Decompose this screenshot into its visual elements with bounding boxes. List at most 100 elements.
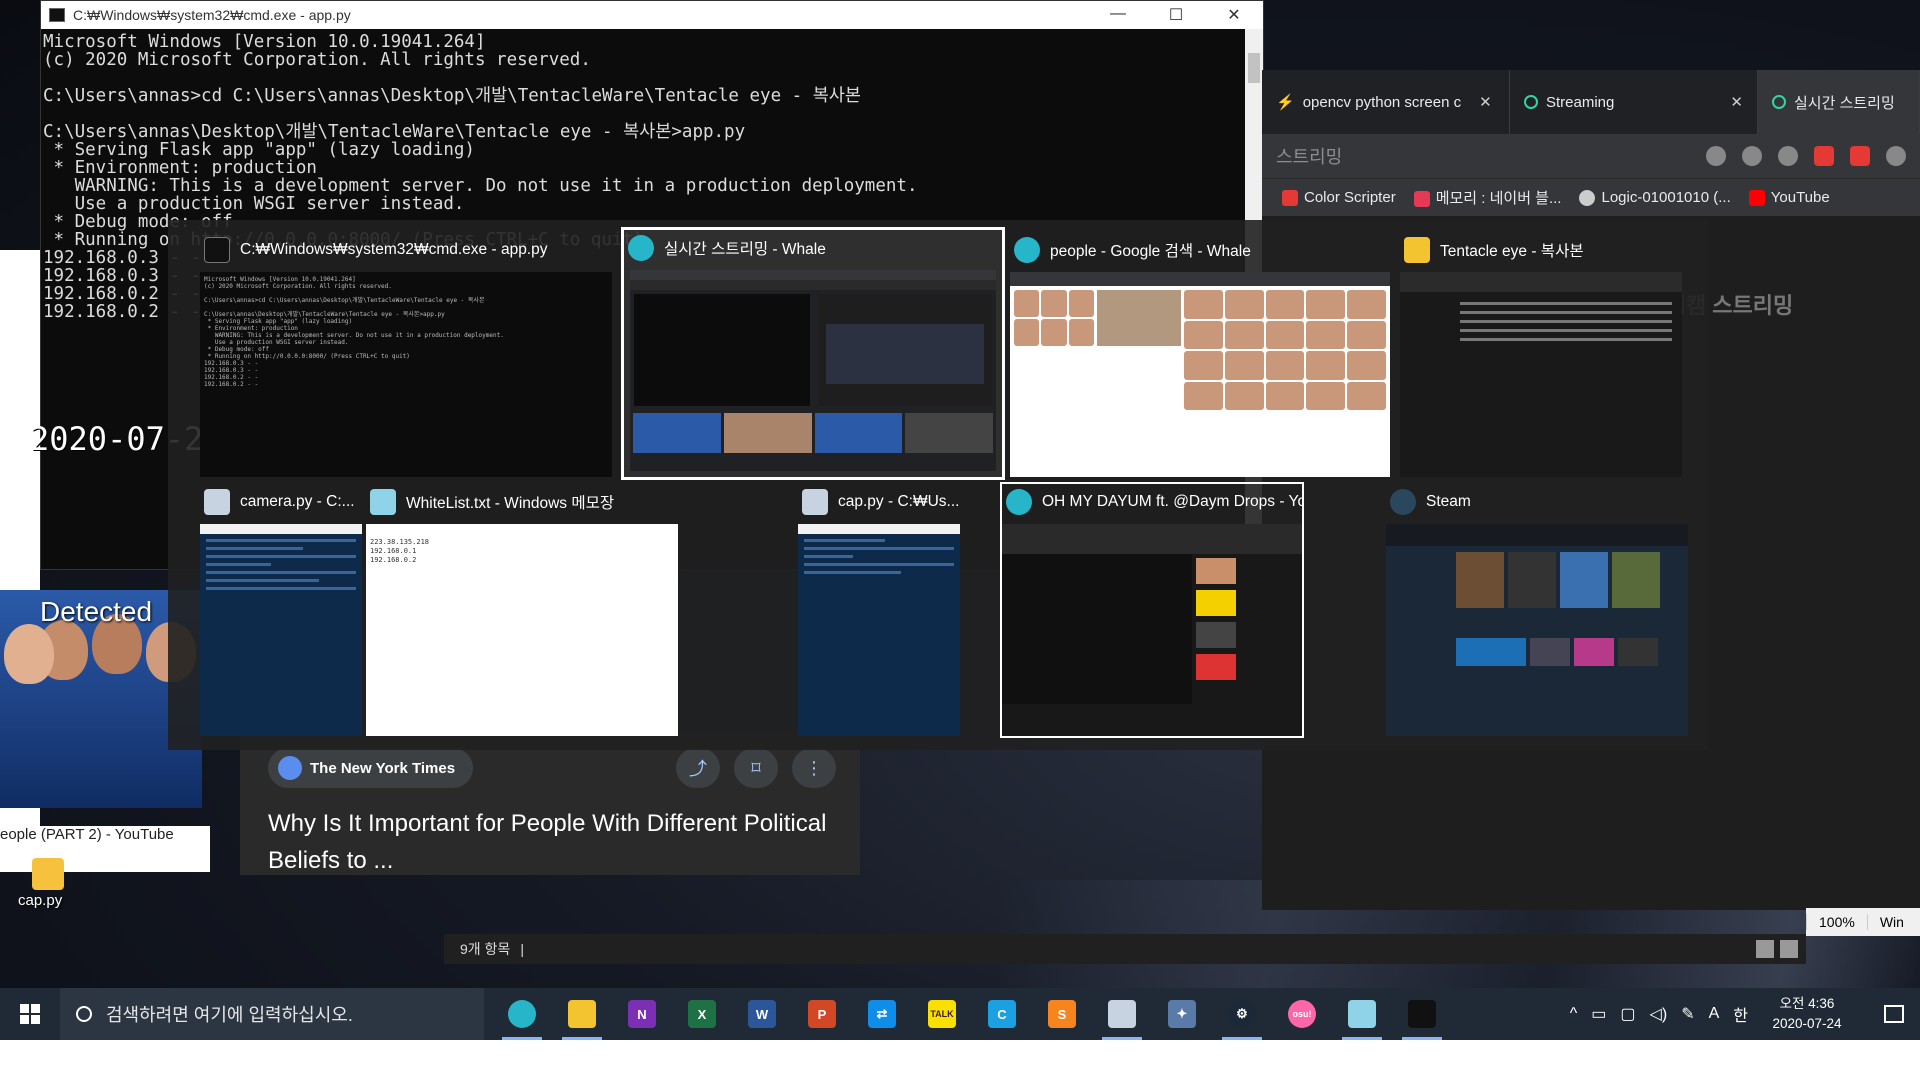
whale-icon xyxy=(1014,237,1040,263)
taskbar-search[interactable]: 검색하려면 여기에 입력하십시오. xyxy=(60,988,484,1040)
taskbar-app-whale[interactable] xyxy=(492,988,552,1040)
shield-icon[interactable] xyxy=(1742,146,1762,166)
globe-icon xyxy=(278,756,302,780)
taskbar-app-word[interactable]: W xyxy=(732,988,792,1040)
taskbar-app-c-app[interactable]: C xyxy=(972,988,1032,1040)
window-thumbnail xyxy=(798,524,960,736)
pen-icon[interactable]: ✎ xyxy=(1681,1004,1694,1024)
switcher-tile-steam[interactable]: Steam xyxy=(1386,484,1688,736)
tray-chevron-icon[interactable]: ^ xyxy=(1570,1005,1578,1023)
thumb-cmd-line: 192.168.0.2 - - xyxy=(204,381,259,388)
window-thumbnail: 223.38.135.218 192.168.0.1 192.168.0.2 xyxy=(366,524,678,736)
tab-close-icon[interactable]: ✕ xyxy=(1479,93,1492,111)
clock[interactable]: 오전 4:36 2020-07-24 xyxy=(1762,994,1852,1034)
taskbar-app-teamviewer[interactable]: ⇄ xyxy=(852,988,912,1040)
extension-icon[interactable] xyxy=(1814,146,1834,166)
language-indicator[interactable]: 한 xyxy=(1733,1002,1748,1026)
bookmark-item[interactable]: 메모리 : 네이버 블... xyxy=(1413,187,1561,208)
bookmark-item[interactable]: Color Scripter xyxy=(1282,189,1396,207)
cmd-icon xyxy=(49,8,65,22)
thumb-cmd-line: (c) 2020 Microsoft Corporation. All righ… xyxy=(204,283,392,290)
address-bar[interactable]: 스트리밍 xyxy=(1262,134,1920,178)
window-thumbnail xyxy=(1386,524,1688,736)
tab-live-streaming[interactable]: 실시간 스트리밍 xyxy=(1758,70,1920,134)
cmd-line: (c) 2020 Microsoft Corporation. All righ… xyxy=(43,50,591,70)
taskbar-app-steam[interactable]: ⚙ xyxy=(1212,988,1272,1040)
switcher-tile-youtube[interactable]: OH MY DAYUM ft. @Daym Drops - You...✕ xyxy=(1000,482,1304,738)
sublime-icon: S xyxy=(1048,1000,1076,1028)
thumb-cmd-line xyxy=(204,304,608,311)
switcher-tile-google[interactable]: people - Google 검색 - Whale xyxy=(1010,232,1390,477)
star-icon[interactable] xyxy=(1778,146,1798,166)
window-thumbnail: Microsoft Windows [Version 10.0.19041.26… xyxy=(200,272,612,477)
thumb-cmd-line: WARNING: This is a development server. D… xyxy=(204,332,504,339)
teamviewer-icon: ⇄ xyxy=(868,1000,896,1028)
cmd-titlebar[interactable]: C:₩Windows₩system32₩cmd.exe - app.py — ☐… xyxy=(41,1,1263,29)
folder-icon xyxy=(1404,237,1430,263)
python-file-icon[interactable] xyxy=(32,858,64,890)
window-thumbnail xyxy=(200,524,362,736)
close-button[interactable]: ✕ xyxy=(1205,5,1263,25)
notification-icon[interactable] xyxy=(1884,1005,1904,1023)
detected-label: Detected xyxy=(40,596,153,627)
kakaotalk-icon: TALK xyxy=(928,1000,956,1028)
whale-icon xyxy=(508,1000,536,1028)
maximize-button[interactable]: ☐ xyxy=(1147,5,1205,25)
cmd-line: C:\Users\annas>cd C:\Users\annas\Desktop… xyxy=(43,86,862,106)
switcher-tile-cmd[interactable]: C:₩Windows₩system32₩cmd.exe - app.py Mic… xyxy=(200,232,612,477)
start-button[interactable] xyxy=(0,988,60,1040)
network-icon[interactable]: ▢ xyxy=(1620,1004,1635,1024)
volume-icon[interactable]: ◁) xyxy=(1650,1004,1668,1024)
thumb-cmd-line: 192.168.0.3 - - xyxy=(204,360,259,367)
thumb-cmd-line: C:\Users\annas>cd C:\Users\annas\Desktop… xyxy=(204,297,485,304)
taskbar-app-kakaotalk[interactable]: TALK xyxy=(912,988,972,1040)
switcher-tile-whitelist[interactable]: WhiteList.txt - Windows 메모장 223.38.135.2… xyxy=(366,484,678,736)
bookmark-item[interactable]: Logic-01001010 (... xyxy=(1579,189,1731,207)
tab-favicon: ⚡ xyxy=(1276,94,1295,111)
cmd-title: C:₩Windows₩system32₩cmd.exe - app.py xyxy=(73,7,351,23)
extension-icon[interactable] xyxy=(1850,146,1870,166)
tab-opencv[interactable]: ⚡ opencv python screen c ✕ xyxy=(1262,70,1510,134)
news-title[interactable]: Why Is It Important for People With Diff… xyxy=(268,805,848,879)
switcher-tile-cap[interactable]: cap.py - C:₩Us... xyxy=(798,484,960,736)
battery-icon[interactable]: ▭ xyxy=(1591,1004,1606,1024)
bookmark-icon[interactable]: ⌑ xyxy=(734,748,778,788)
taskbar-app-python-file[interactable] xyxy=(1092,988,1152,1040)
taskbar-app-cmd[interactable] xyxy=(1392,988,1452,1040)
download-icon[interactable] xyxy=(1886,146,1906,166)
taskbar-app-excel[interactable]: X xyxy=(672,988,732,1040)
switcher-tile-explorer[interactable]: Tentacle eye - 복사본 xyxy=(1400,232,1682,477)
taskbar-app-tool[interactable]: ✦ xyxy=(1152,988,1212,1040)
taskbar-app-file-explorer[interactable] xyxy=(552,988,612,1040)
thumbnail-view-icon[interactable] xyxy=(1780,940,1798,958)
more-icon[interactable]: ⋮ xyxy=(792,748,836,788)
excel-icon: X xyxy=(688,1000,716,1028)
taskbar-app-osu[interactable]: osu! xyxy=(1272,988,1332,1040)
switcher-tile-camera[interactable]: camera.py - C:... xyxy=(200,484,362,736)
desktop-icon-label[interactable]: cap.py xyxy=(18,892,62,909)
taskbar-app-onenote[interactable]: N xyxy=(612,988,672,1040)
switcher-tile-streaming[interactable]: 실시간 스트리밍 - Whale xyxy=(621,227,1005,480)
share-icon[interactable]: ⤴ xyxy=(676,748,720,788)
search-placeholder: 검색하려면 여기에 입력하십시오. xyxy=(106,1005,353,1025)
task-switcher: C:₩Windows₩system32₩cmd.exe - app.py Mic… xyxy=(168,220,1708,750)
minimize-button[interactable]: — xyxy=(1089,5,1147,25)
taskbar-app-sublime[interactable]: S xyxy=(1032,988,1092,1040)
tab-streaming[interactable]: Streaming ✕ xyxy=(1510,70,1758,134)
thumb-cmd-line: * Debug mode: off xyxy=(204,346,270,353)
bookmark-item[interactable]: YouTube xyxy=(1748,189,1830,207)
zoom-icon[interactable] xyxy=(1706,146,1726,166)
system-tray: ^ ▭ ▢ ◁) ✎ A 한 오전 4:36 2020-07-24 xyxy=(1570,994,1920,1034)
details-view-icon[interactable] xyxy=(1756,940,1774,958)
steam-icon xyxy=(1390,489,1416,515)
taskbar-app-powerpoint[interactable]: P xyxy=(792,988,852,1040)
file-explorer-icon xyxy=(568,1000,596,1028)
cmd-line: * Environment: production xyxy=(43,158,317,178)
python-file-icon xyxy=(802,489,828,515)
ime-mode[interactable]: A xyxy=(1709,1005,1720,1023)
tab-close-icon[interactable]: ✕ xyxy=(1730,93,1743,111)
explorer-statusbar: 9개 항목 | xyxy=(444,934,1806,964)
news-source-chip[interactable]: The New York Times xyxy=(268,748,474,788)
taskbar-app-notepad[interactable] xyxy=(1332,988,1392,1040)
clock-date: 2020-07-24 xyxy=(1772,1016,1842,1031)
